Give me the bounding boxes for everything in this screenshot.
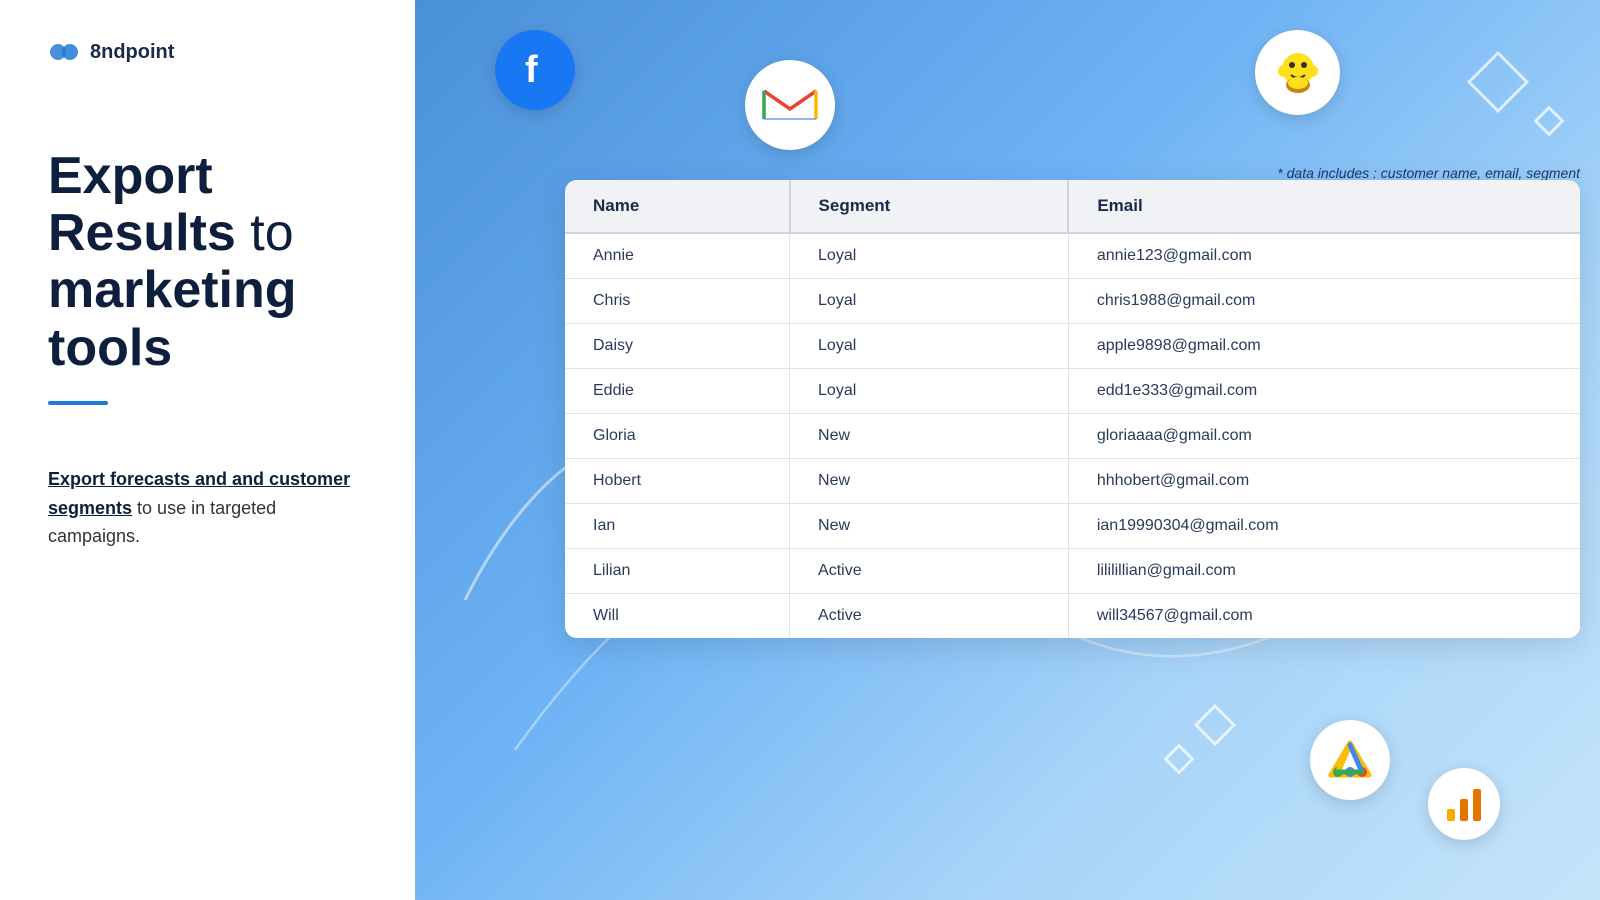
data-note: * data includes : customer name, email, … xyxy=(1277,165,1580,181)
headline-results: Results xyxy=(48,204,236,262)
divider-line xyxy=(48,401,108,405)
table-cell-segment: Active xyxy=(790,549,1069,594)
table-cell-name: Gloria xyxy=(565,414,790,459)
logo-icon xyxy=(48,36,80,68)
table-cell-email: chris1988@gmail.com xyxy=(1068,279,1580,324)
table-cell-name: Will xyxy=(565,594,790,639)
table-row: IanNewian19990304@gmail.com xyxy=(565,504,1580,549)
table-row: LilianActivelililillian@gmail.com xyxy=(565,549,1580,594)
table-cell-email: will34567@gmail.com xyxy=(1068,594,1580,639)
diamond-top-right-2 xyxy=(1533,105,1564,136)
table-cell-name: Eddie xyxy=(565,369,790,414)
google-ads-icon xyxy=(1310,720,1390,800)
table-cell-email: ian19990304@gmail.com xyxy=(1068,504,1580,549)
headline-export: Export xyxy=(48,147,213,205)
table-cell-email: hhhobert@gmail.com xyxy=(1068,459,1580,504)
table-cell-segment: Loyal xyxy=(790,279,1069,324)
table-cell-email: gloriaaaa@gmail.com xyxy=(1068,414,1580,459)
table-cell-email: lililillian@gmail.com xyxy=(1068,549,1580,594)
headline-to: to xyxy=(250,204,293,262)
table-cell-segment: New xyxy=(790,459,1069,504)
table-cell-segment: Active xyxy=(790,594,1069,639)
table-container: Name Segment Email AnnieLoyalannie123@gm… xyxy=(565,180,1580,638)
table-cell-email: edd1e333@gmail.com xyxy=(1068,369,1580,414)
analytics-icon xyxy=(1428,768,1500,840)
table-header-row: Name Segment Email xyxy=(565,180,1580,233)
table-cell-segment: New xyxy=(790,504,1069,549)
table-row: DaisyLoyalapple9898@gmail.com xyxy=(565,324,1580,369)
table-cell-email: apple9898@gmail.com xyxy=(1068,324,1580,369)
table-cell-segment: Loyal xyxy=(790,324,1069,369)
table-cell-segment: Loyal xyxy=(790,233,1069,279)
table-cell-name: Annie xyxy=(565,233,790,279)
table-row: ChrisLoyalchris1988@gmail.com xyxy=(565,279,1580,324)
mailchimp-icon xyxy=(1255,30,1340,115)
table-cell-segment: Loyal xyxy=(790,369,1069,414)
table-row: AnnieLoyalannie123@gmail.com xyxy=(565,233,1580,279)
table-cell-name: Hobert xyxy=(565,459,790,504)
table-cell-name: Daisy xyxy=(565,324,790,369)
right-panel: f * data includes : customer name, email… xyxy=(415,0,1600,900)
headline-marketing-tools: marketing tools xyxy=(48,261,297,376)
data-table: Name Segment Email AnnieLoyalannie123@gm… xyxy=(565,180,1580,638)
headline: Export Results to marketing tools xyxy=(48,148,367,377)
logo-text: 8ndpoint xyxy=(90,41,174,64)
table-cell-segment: New xyxy=(790,414,1069,459)
table-cell-name: Ian xyxy=(565,504,790,549)
diamond-bottom-small xyxy=(1163,743,1194,774)
table-row: WillActivewill34567@gmail.com xyxy=(565,594,1580,639)
table-body: AnnieLoyalannie123@gmail.comChrisLoyalch… xyxy=(565,233,1580,638)
left-panel: 8ndpoint Export Results to marketing too… xyxy=(0,0,415,900)
col-header-email: Email xyxy=(1068,180,1580,233)
col-header-segment: Segment xyxy=(790,180,1069,233)
logo-area: 8ndpoint xyxy=(48,36,367,68)
diamond-bottom-mid xyxy=(1194,704,1236,746)
table-row: HobertNewhhhobert@gmail.com xyxy=(565,459,1580,504)
table-row: GloriaNewgloriaaaa@gmail.com xyxy=(565,414,1580,459)
table-cell-name: Lilian xyxy=(565,549,790,594)
svg-text:f: f xyxy=(525,49,538,91)
diamond-top-right xyxy=(1467,51,1529,113)
table-cell-email: annie123@gmail.com xyxy=(1068,233,1580,279)
facebook-icon: f xyxy=(495,30,575,110)
table-row: EddieLoyaledd1e333@gmail.com xyxy=(565,369,1580,414)
table-cell-name: Chris xyxy=(565,279,790,324)
description: Export forecasts and and customer segmen… xyxy=(48,465,367,551)
col-header-name: Name xyxy=(565,180,790,233)
gmail-icon xyxy=(745,60,835,150)
